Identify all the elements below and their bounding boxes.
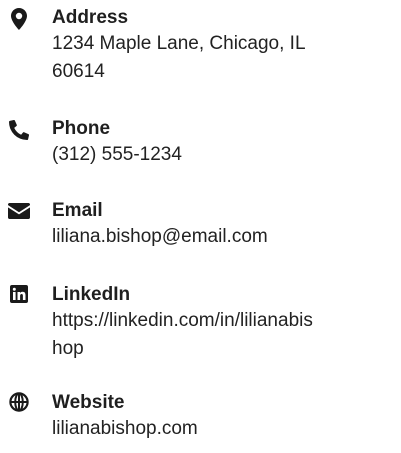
contact-text-linkedin: LinkedIn https://linkedin.com/in/liliana… xyxy=(52,283,382,363)
contact-label-address: Address xyxy=(52,7,129,28)
address-line-2: 60614 xyxy=(52,61,105,82)
email-address[interactable]: liliana.bishop@email.com xyxy=(52,223,382,251)
contact-label-website: Website xyxy=(52,392,125,413)
contact-label-linkedin: LinkedIn xyxy=(52,284,131,305)
contact-value-address: 1234 Maple Lane, Chicago, IL 60614 xyxy=(52,30,382,86)
contact-label-email: Email xyxy=(52,200,103,221)
linkedin-icon xyxy=(8,283,30,305)
envelope-icon xyxy=(8,200,30,222)
contact-text-address: Address 1234 Maple Lane, Chicago, IL 606… xyxy=(52,6,382,86)
contact-value-website[interactable]: lilianabishop.com xyxy=(52,415,382,443)
contact-list: Address 1234 Maple Lane, Chicago, IL 606… xyxy=(0,0,401,453)
contact-text-email: Email liliana.bishop@email.com xyxy=(52,199,382,251)
address-line-1: 1234 Maple Lane, Chicago, IL xyxy=(52,33,306,54)
contact-value-linkedin[interactable]: https://linkedin.com/in/lilianabis hop xyxy=(52,307,382,363)
contact-text-phone: Phone (312) 555-1234 xyxy=(52,117,382,169)
contact-text-website: Website lilianabishop.com xyxy=(52,391,382,443)
globe-icon xyxy=(8,391,30,413)
website-url[interactable]: lilianabishop.com xyxy=(52,415,382,443)
phone-number: (312) 555-1234 xyxy=(52,144,182,165)
linkedin-url-line-1[interactable]: https://linkedin.com/in/lilianabis xyxy=(52,307,382,335)
contact-value-phone: (312) 555-1234 xyxy=(52,141,382,169)
linkedin-url-line-2[interactable]: hop xyxy=(52,335,382,363)
contact-label-phone: Phone xyxy=(52,118,111,139)
map-marker-icon xyxy=(8,8,30,30)
contact-value-email: liliana.bishop@email.com xyxy=(52,223,382,251)
phone-icon xyxy=(8,119,30,141)
